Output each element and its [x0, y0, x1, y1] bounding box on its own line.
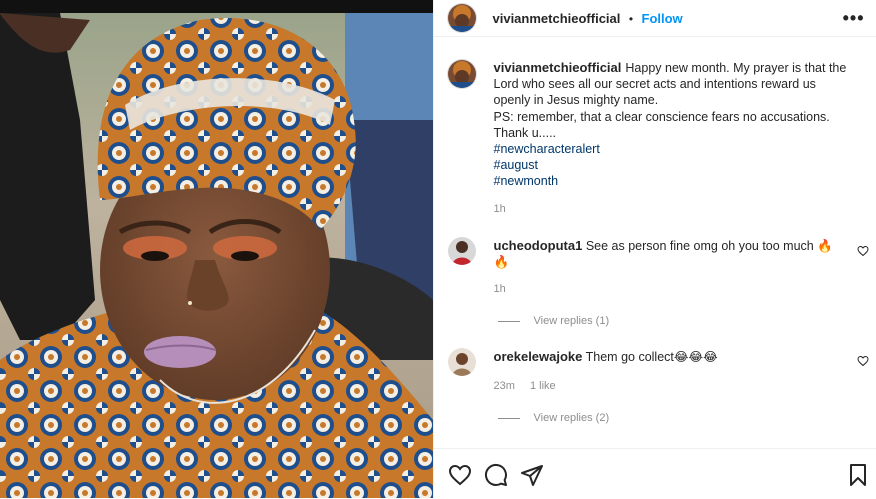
author-avatar[interactable] — [448, 4, 476, 32]
comment-like-heart-icon[interactable] — [857, 245, 869, 257]
separator-dot: • — [629, 12, 633, 26]
comment-item: orekelewajoke Them go collect😂😂😂 — [494, 349, 844, 365]
post-header: vivianmetchieofficial • Follow ••• — [434, 0, 876, 37]
view-replies-label: View replies (2) — [534, 412, 610, 424]
replies-divider-line — [498, 321, 520, 322]
comment-meta: 1h — [494, 283, 518, 295]
comments-area[interactable]: vivianmetchieofficialHappy new month. My… — [434, 37, 876, 447]
caption-username[interactable]: vivianmetchieofficial — [494, 60, 622, 75]
replies-divider-line — [498, 418, 520, 419]
comment-timestamp[interactable]: 1h — [494, 283, 506, 295]
caption-thanks: Thank u..... — [494, 125, 854, 141]
header-line: vivianmetchieofficial • Follow — [493, 10, 683, 28]
bookmark-icon[interactable] — [846, 463, 870, 487]
post-caption: vivianmetchieofficialHappy new month. My… — [494, 60, 854, 190]
hashtag-link[interactable]: #newcharacteralert — [494, 141, 854, 157]
more-options-icon[interactable]: ••• — [843, 8, 865, 29]
comment-username[interactable]: ucheodoputa1 — [494, 238, 583, 253]
author-username[interactable]: vivianmetchieofficial — [493, 11, 621, 26]
comment-text: Them go collect😂😂😂 — [586, 350, 718, 364]
caption-avatar[interactable] — [448, 60, 476, 88]
caption-meta: 1h — [494, 203, 518, 215]
selfie-photo — [0, 0, 433, 498]
view-replies-label: View replies (1) — [534, 315, 610, 327]
follow-button[interactable]: Follow — [642, 11, 683, 26]
commenter-avatar[interactable] — [448, 348, 476, 376]
comment-like-heart-icon[interactable] — [857, 355, 869, 367]
avatar-image-icon — [448, 60, 476, 88]
hashtag-link[interactable]: #august — [494, 157, 854, 173]
comment-username[interactable]: orekelewajoke — [494, 349, 583, 364]
caption-timestamp[interactable]: 1h — [494, 203, 506, 215]
caption-ps: PS: remember, that a clear conscience fe… — [494, 109, 854, 125]
share-icon[interactable] — [520, 463, 544, 487]
heart-icon[interactable] — [448, 463, 472, 487]
comment-icon[interactable] — [484, 463, 508, 487]
post-image[interactable] — [0, 0, 433, 498]
view-replies-button[interactable]: View replies (2) — [498, 412, 610, 424]
comment-item: ucheodoputa1 See as person fine omg oh y… — [494, 238, 844, 270]
avatar-image-icon — [448, 4, 476, 32]
avatar-image-icon — [448, 237, 476, 265]
comment-likes[interactable]: 1 like — [530, 380, 556, 392]
avatar-image-icon — [448, 348, 476, 376]
comment-meta: 23m 1 like — [494, 380, 568, 392]
post-panel: vivianmetchieofficial • Follow ••• vivia… — [433, 0, 876, 498]
post-action-bar — [434, 448, 876, 499]
commenter-avatar[interactable] — [448, 237, 476, 265]
view-replies-button[interactable]: View replies (1) — [498, 315, 610, 327]
hashtag-link[interactable]: #newmonth — [494, 173, 854, 189]
comment-timestamp[interactable]: 23m — [494, 380, 515, 392]
